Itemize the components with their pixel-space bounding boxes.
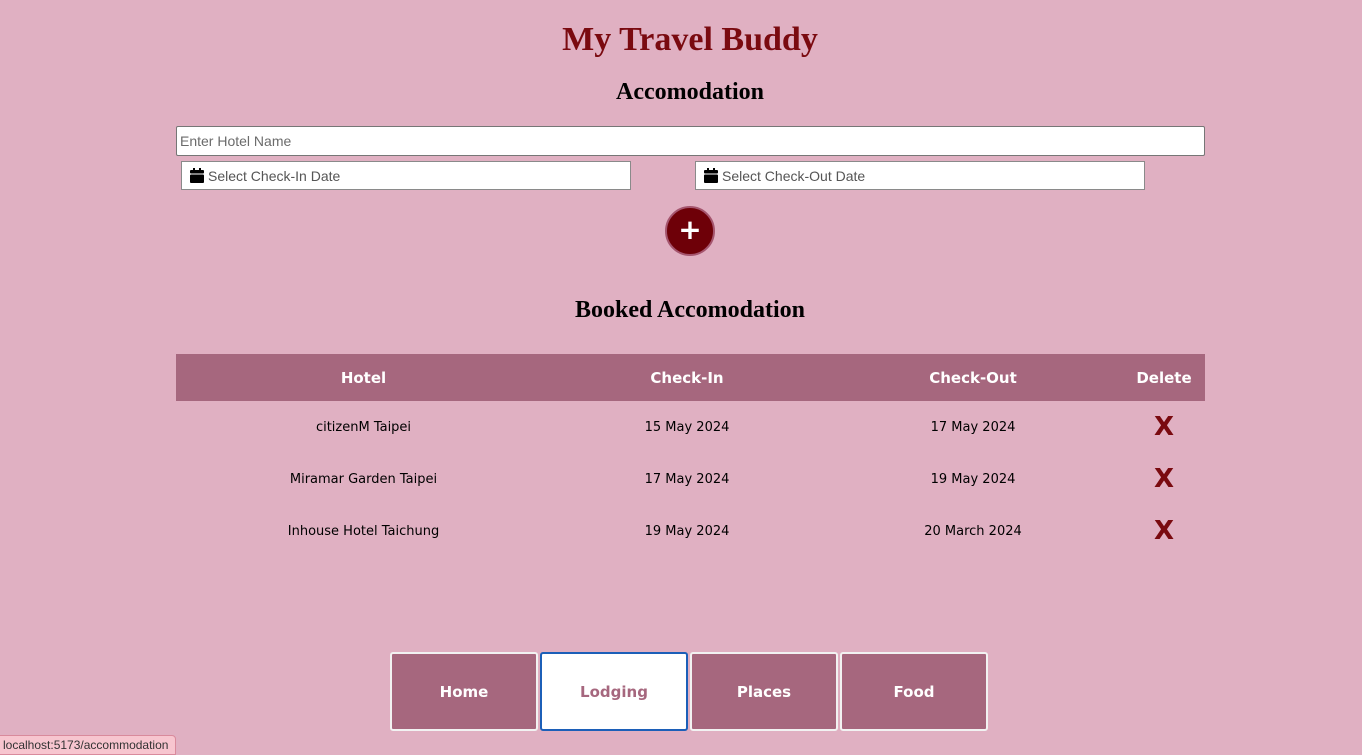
checkout-date-field[interactable] [695, 161, 1145, 190]
calendar-icon [704, 168, 718, 183]
checkin-cell: 15 May 2024 [644, 419, 730, 435]
column-header-checkout: Check-Out [929, 368, 1017, 387]
booked-accommodation-heading: Booked Accomodation [574, 297, 805, 323]
nav-tab-lodging[interactable]: Lodging [540, 652, 688, 731]
hotel-cell: Inhouse Hotel Taichung [287, 523, 440, 539]
hotel-name-input[interactable] [176, 126, 1205, 156]
plus-icon: + [678, 212, 702, 246]
checkout-date-input[interactable] [722, 167, 1122, 184]
add-accommodation-button[interactable]: + [665, 206, 715, 256]
delete-button[interactable]: X [1154, 518, 1174, 544]
checkin-date-field[interactable] [181, 161, 631, 190]
table-row: citizenM Taipei 15 May 2024 17 May 2024 … [176, 401, 1205, 453]
status-bar-url: localhost:5173/accommodation [0, 735, 177, 755]
nav-tab-places[interactable]: Places [690, 652, 838, 731]
checkout-cell: 20 March 2024 [924, 523, 1022, 539]
checkin-date-input[interactable] [208, 167, 608, 184]
hotel-cell: Miramar Garden Taipei [289, 471, 438, 487]
delete-cell: X [1123, 401, 1205, 453]
delete-button[interactable]: X [1154, 466, 1174, 492]
table-row: Miramar Garden Taipei 17 May 2024 19 May… [176, 453, 1205, 505]
column-header-delete: Delete [1136, 368, 1192, 387]
nav-tab-food[interactable]: Food [840, 652, 988, 731]
bookings-table: Hotel Check-In Check-Out Delete citizenM… [176, 354, 1205, 557]
delete-button[interactable]: X [1154, 414, 1174, 440]
table-row: Inhouse Hotel Taichung 19 May 2024 20 Ma… [176, 505, 1205, 557]
accommodation-heading: Accomodation [616, 79, 764, 105]
checkout-cell: 19 May 2024 [930, 471, 1016, 487]
checkout-cell: 17 May 2024 [930, 419, 1016, 435]
hotel-cell: citizenM Taipei [315, 419, 412, 435]
app-title: My Travel Buddy [562, 21, 818, 58]
bottom-nav: Home Lodging Places Food [390, 652, 988, 731]
table-header-row: Hotel Check-In Check-Out Delete [176, 354, 1205, 401]
column-header-checkin: Check-In [650, 368, 724, 387]
delete-cell: X [1123, 505, 1205, 557]
nav-tab-home[interactable]: Home [390, 652, 538, 731]
calendar-icon [190, 168, 204, 183]
checkin-cell: 19 May 2024 [644, 523, 730, 539]
checkin-cell: 17 May 2024 [644, 471, 730, 487]
delete-cell: X [1123, 453, 1205, 505]
column-header-hotel: Hotel [340, 368, 387, 387]
